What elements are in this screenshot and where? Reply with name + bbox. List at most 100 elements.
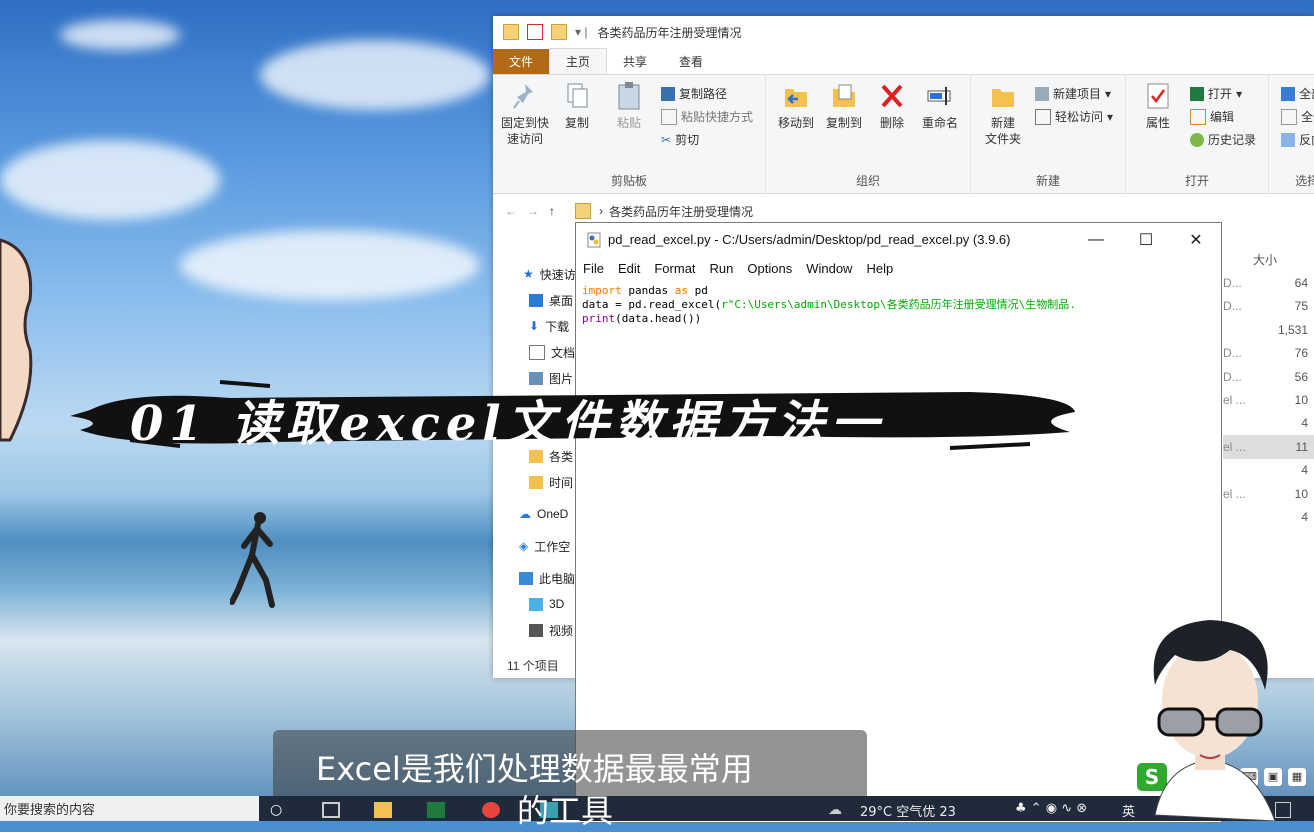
list-item[interactable]: 4 bbox=[1223, 459, 1314, 482]
nav-item-downloads[interactable]: ⬇ 下载 bbox=[493, 313, 583, 339]
list-item[interactable]: D... 64 bbox=[1223, 271, 1314, 294]
subtitle-line-2: 的工具 bbox=[517, 792, 614, 830]
menu-edit[interactable]: Edit bbox=[618, 261, 640, 276]
new-group-label: 新建 bbox=[1036, 174, 1061, 188]
menu-window[interactable]: Window bbox=[806, 261, 852, 276]
code-editor[interactable]: import pandas as pd data = pd.read_excel… bbox=[576, 280, 1221, 330]
list-item[interactable]: el ... 10 bbox=[1223, 482, 1314, 505]
size-header-label: 大小 bbox=[1253, 253, 1278, 268]
new-item-button[interactable]: 新建项目 ▾ bbox=[1035, 85, 1113, 102]
file-size: 4 bbox=[1301, 416, 1308, 431]
list-item[interactable]: 1,531 bbox=[1223, 318, 1314, 341]
history-button[interactable]: 历史记录 bbox=[1190, 131, 1256, 148]
nav-item-documents[interactable]: 文档 bbox=[493, 339, 583, 365]
close-button[interactable]: ✕ bbox=[1171, 223, 1221, 256]
edit-button[interactable]: 编辑 bbox=[1190, 108, 1256, 125]
taskbar-search-input[interactable]: 你要搜索的内容 bbox=[0, 796, 259, 821]
clipboard-group: 固定到快 速访问 复制 粘贴 复制路径 粘贴快捷方式 ✂ 剪切 剪贴板 bbox=[493, 75, 767, 193]
menu-file[interactable]: File bbox=[583, 261, 604, 276]
organize-group: 移动到 复制到 删除 重命名 组织 bbox=[766, 75, 972, 193]
weather-text[interactable]: 29°C 空气优 23 bbox=[860, 801, 956, 820]
file-size: 4 bbox=[1301, 463, 1308, 478]
nav-label: 文档 bbox=[551, 345, 576, 360]
menu-format[interactable]: Format bbox=[654, 261, 695, 276]
window-title: 各类药品历年注册受理情况 bbox=[597, 25, 742, 40]
vtuber-avatar bbox=[1153, 620, 1276, 821]
invert-selection-button[interactable]: 反向 bbox=[1281, 131, 1314, 148]
window-controls: — ☐ ✕ bbox=[1071, 223, 1221, 256]
quick-access-dropdown-icon[interactable]: ▾ | bbox=[575, 25, 587, 39]
task-view-icon[interactable] bbox=[322, 802, 340, 818]
nav-item-desktop[interactable]: 桌面 bbox=[493, 287, 583, 313]
invert-selection-label: 反向 bbox=[1299, 133, 1314, 147]
search-icon[interactable]: ○ bbox=[270, 802, 288, 818]
open-button[interactable]: 打开 ▾ bbox=[1190, 85, 1256, 102]
nav-label: 视频 bbox=[549, 623, 574, 638]
select-none-button[interactable]: 全部 bbox=[1281, 108, 1314, 125]
back-arrow-icon[interactable]: ← bbox=[505, 204, 527, 218]
delete-label: 删除 bbox=[880, 116, 905, 130]
folder-icon bbox=[575, 203, 591, 219]
list-item[interactable]: D... 75 bbox=[1223, 295, 1314, 318]
nav-item-this-pc[interactable]: 此电脑 bbox=[493, 565, 583, 591]
edit-label: 编辑 bbox=[1210, 110, 1235, 124]
rename-label: 重命名 bbox=[922, 116, 959, 130]
list-item[interactable]: D... 76 bbox=[1223, 342, 1314, 365]
open-group: 属性 打开 ▾ 编辑 历史记录 打开 bbox=[1126, 75, 1270, 193]
document-icon bbox=[529, 344, 545, 360]
input-language[interactable]: 英 bbox=[1122, 801, 1135, 820]
file-type: D... bbox=[1223, 299, 1242, 314]
list-item[interactable]: el ... 11 bbox=[1223, 435, 1314, 459]
menu-run[interactable]: Run bbox=[710, 261, 734, 276]
maximize-button[interactable]: ☐ bbox=[1121, 223, 1171, 256]
menu-options[interactable]: Options bbox=[747, 261, 792, 276]
tray-icons[interactable]: ♣ ⌃ ◉ ∿ ⊗ bbox=[1015, 801, 1087, 816]
file-explorer-taskbar-icon[interactable] bbox=[374, 802, 392, 818]
code-builtin: print bbox=[582, 312, 616, 325]
nav-label: OneD bbox=[537, 507, 569, 521]
file-type: D... bbox=[1223, 346, 1242, 361]
ribbon-tabs: 文件 主页 共享 查看 bbox=[493, 48, 1314, 74]
download-icon: ⬇ bbox=[529, 319, 540, 333]
paste-shortcut-button[interactable]: 粘贴快捷方式 bbox=[661, 108, 753, 125]
forward-arrow-icon[interactable]: → bbox=[527, 204, 549, 218]
nav-item-workspace[interactable]: ◈ 工作空 bbox=[493, 533, 583, 559]
list-item[interactable]: D... 56 bbox=[1223, 365, 1314, 388]
new-folder-icon[interactable] bbox=[551, 24, 567, 40]
new-item-icon bbox=[1035, 86, 1050, 101]
move-to-label: 移动到 bbox=[778, 116, 815, 130]
properties-icon[interactable] bbox=[527, 24, 543, 40]
tab-file[interactable]: 文件 bbox=[493, 49, 550, 74]
list-item[interactable]: el ... 10 bbox=[1223, 388, 1314, 411]
toolbox-icon[interactable]: ▦ bbox=[1288, 768, 1306, 786]
minimize-button[interactable]: — bbox=[1071, 223, 1121, 256]
tab-home[interactable]: 主页 bbox=[549, 48, 608, 74]
breadcrumb[interactable]: 各类药品历年注册受理情况 bbox=[609, 203, 753, 220]
nav-item-onedrive[interactable]: ☁ OneD bbox=[493, 501, 583, 527]
folder-icon bbox=[529, 475, 543, 489]
list-item[interactable]: 4 bbox=[1223, 412, 1314, 435]
select-group-label: 选择 bbox=[1295, 174, 1314, 188]
list-item[interactable]: 4 bbox=[1223, 505, 1314, 528]
excel-taskbar-icon[interactable] bbox=[427, 802, 445, 818]
nav-item-3d-objects[interactable]: 3D bbox=[493, 591, 583, 617]
title-banner-text: 01 读取excel文件数据方法一 bbox=[130, 396, 885, 452]
chrome-taskbar-icon[interactable] bbox=[482, 802, 500, 818]
properties-icon bbox=[1147, 83, 1169, 109]
cut-button[interactable]: ✂ 剪切 bbox=[661, 131, 753, 148]
copy-path-button[interactable]: 复制路径 bbox=[661, 85, 753, 102]
dropdown-arrow-icon: ▾ bbox=[1236, 86, 1243, 101]
select-all-label: 全部 bbox=[1299, 87, 1314, 101]
nav-item-folder-time[interactable]: 时间 bbox=[493, 469, 583, 495]
up-arrow-icon[interactable]: ↑ bbox=[549, 204, 571, 218]
nav-item-videos[interactable]: 视频 bbox=[493, 617, 583, 643]
size-column-header[interactable]: 大小 bbox=[1223, 248, 1314, 271]
menu-help[interactable]: Help bbox=[866, 261, 893, 276]
select-all-button[interactable]: 全部 bbox=[1281, 85, 1314, 102]
nav-item-quick-access[interactable]: ★ 快速访 bbox=[493, 261, 583, 287]
easy-access-button[interactable]: 轻松访问 ▾ bbox=[1035, 108, 1113, 125]
code-text: pd bbox=[687, 284, 708, 297]
tab-view[interactable]: 查看 bbox=[663, 49, 719, 74]
open-label: 打开 bbox=[1208, 87, 1233, 101]
tab-share[interactable]: 共享 bbox=[607, 49, 663, 74]
